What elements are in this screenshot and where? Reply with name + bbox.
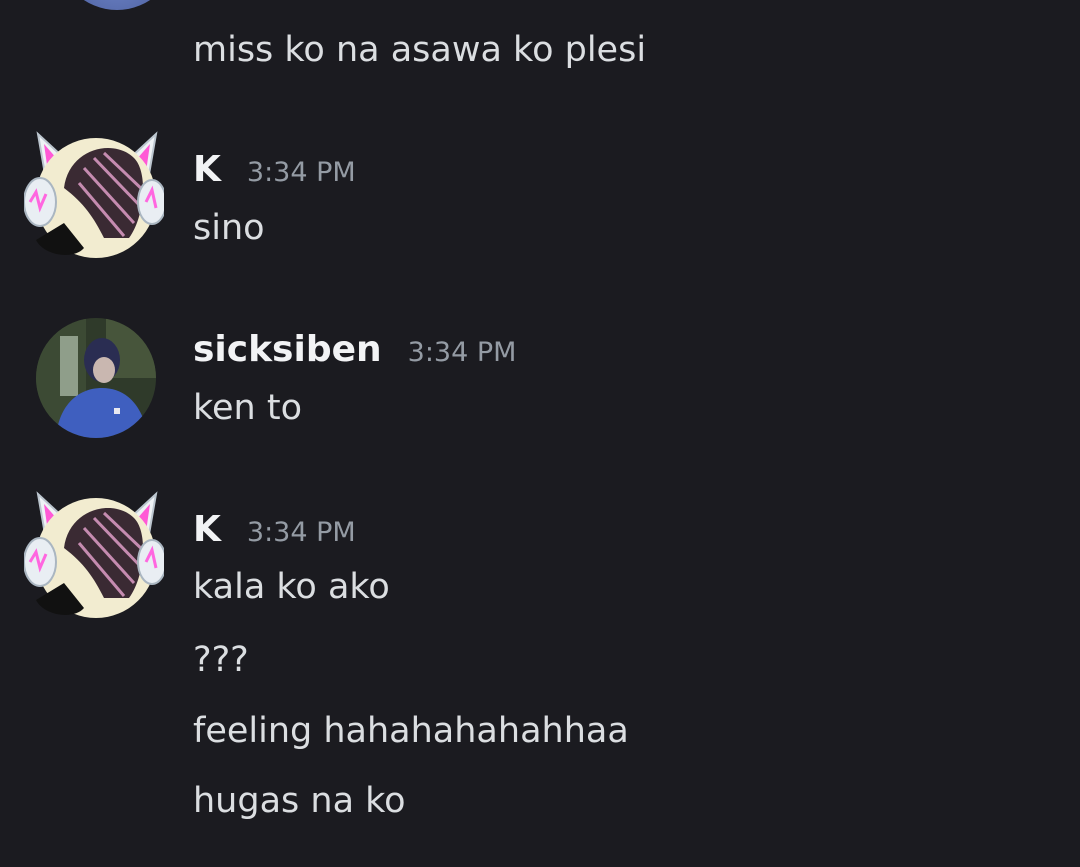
message-text: sino (193, 208, 265, 248)
message-text: ??? (193, 640, 249, 680)
avatar[interactable] (24, 488, 164, 628)
message-header: K 3:34 PM (193, 148, 356, 195)
message-text: ken to (193, 388, 302, 428)
timestamp: 3:34 PM (246, 157, 356, 188)
avatar[interactable] (57, 0, 177, 10)
username[interactable]: sicksiben (193, 328, 382, 372)
timestamp: 3:34 PM (246, 517, 356, 548)
avatar[interactable] (36, 318, 156, 438)
message-text: feeling hahahahahahhaa (193, 711, 629, 751)
message-header: K 3:34 PM (193, 508, 356, 555)
cat-ear-headphones-icon (24, 491, 164, 618)
message-text: hugas na ko (193, 781, 406, 821)
message-text: miss ko na asawa ko plesi (193, 30, 647, 70)
cat-ear-headphones-icon (24, 131, 164, 258)
avatar[interactable] (24, 128, 164, 268)
message-text: kala ko ako (193, 567, 390, 607)
username[interactable]: K (193, 148, 221, 192)
username[interactable]: K (193, 508, 221, 552)
message-header: sicksiben 3:34 PM (193, 328, 516, 375)
chat-message-list: miss ko na asawa ko plesi K 3:34 PM sino (0, 0, 1080, 867)
profile-photo-icon (36, 318, 156, 438)
timestamp: 3:34 PM (407, 337, 517, 368)
